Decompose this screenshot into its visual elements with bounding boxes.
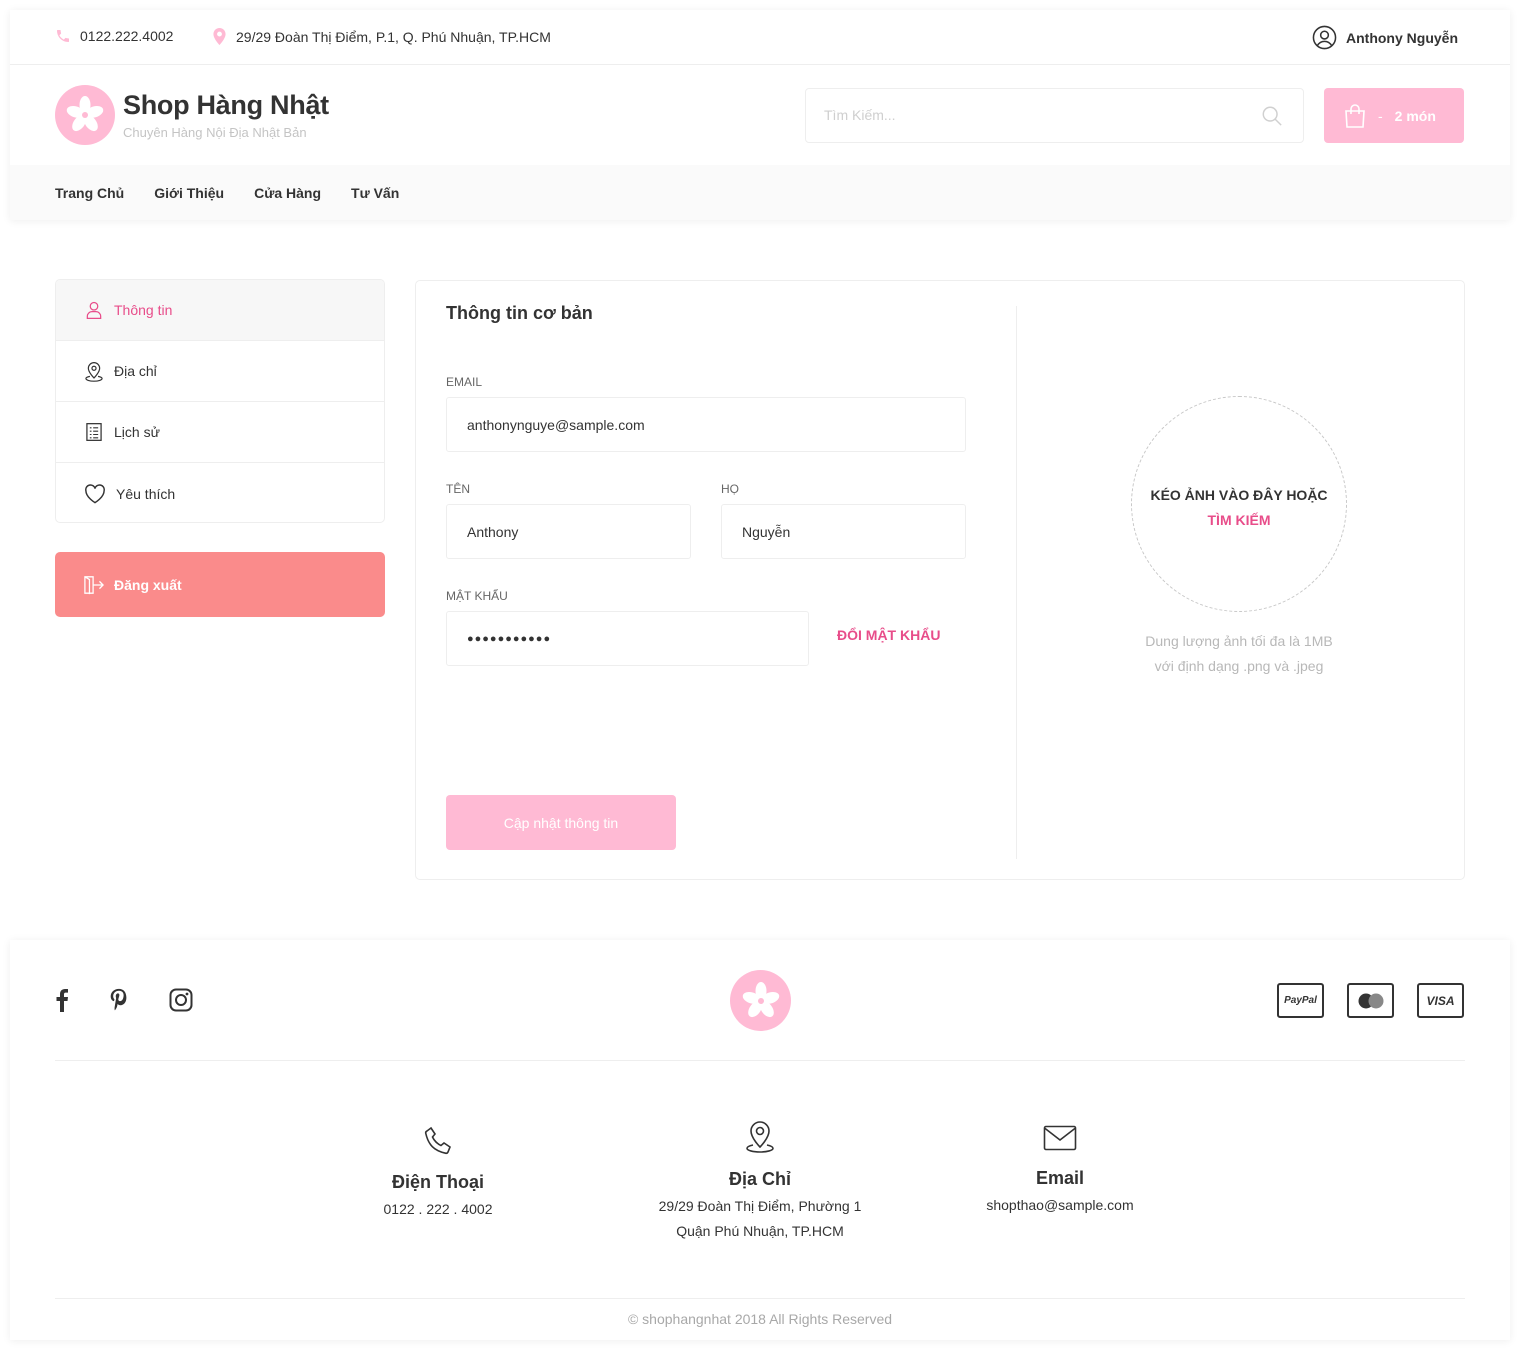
logout-button[interactable]: Đăng xuất <box>55 552 385 617</box>
main-nav: Trang Chủ Giới Thiệu Cửa Hàng Tư Vấn <box>10 165 1510 220</box>
top-address-text: 29/29 Đoàn Thị Điểm, P.1, Q. Phú Nhuận, … <box>236 28 551 45</box>
contact-address-value: 29/29 Đoàn Thị Điểm, Phường 1 Quận Phú N… <box>610 1194 910 1244</box>
top-phone-text: 0122.222.4002 <box>80 28 174 44</box>
logout-label: Đăng xuất <box>114 576 182 593</box>
search-icon[interactable] <box>1261 105 1283 127</box>
nav-store[interactable]: Cửa Hàng <box>254 185 321 201</box>
top-address: 29/29 Đoàn Thị Điểm, P.1, Q. Phú Nhuận, … <box>212 28 551 45</box>
dropzone-text: KÉO ẢNH VÀO ĐÂY HOẶC <box>1150 487 1328 503</box>
last-name-value: Nguyễn <box>742 523 791 540</box>
contact-address-line1: 29/29 Đoàn Thị Điểm, Phường 1 <box>658 1198 862 1214</box>
last-name-label: HỌ <box>721 482 739 496</box>
sidebar-item-info[interactable]: Thông tin <box>56 280 384 341</box>
email-field[interactable]: anthonynguye@sample.com <box>446 397 966 452</box>
social-instagram[interactable] <box>169 988 193 1017</box>
update-info-button[interactable]: Cập nhật thông tin <box>446 795 676 850</box>
user-name: Anthony Nguyễn <box>1346 29 1458 46</box>
nav-about[interactable]: Giới Thiệu <box>154 185 224 201</box>
history-icon <box>86 423 102 441</box>
user-icon <box>86 301 102 319</box>
contact-address-title: Địa Chỉ <box>728 1169 791 1189</box>
site-footer: PayPal VISA Điện Thoại 0122 . 222 . 4002… <box>10 940 1510 1340</box>
mastercard-icon <box>1358 993 1383 1008</box>
sidebar-item-label: Thông tin <box>114 302 173 318</box>
footer-divider-bottom <box>55 1298 1465 1299</box>
first-name-field[interactable]: Anthony <box>446 504 691 559</box>
dropzone-browse-link[interactable]: TÌM KIẾM <box>1132 512 1346 528</box>
site-header: 0122.222.4002 29/29 Đoàn Thị Điểm, P.1, … <box>10 10 1510 220</box>
phone-icon <box>57 30 69 42</box>
user-account-link[interactable]: Anthony Nguyễn <box>1312 25 1458 50</box>
search-input[interactable] <box>824 107 1224 123</box>
facebook-icon <box>56 989 68 1012</box>
password-value: ●●●●●●●●●●● <box>467 632 552 645</box>
panel-divider <box>1016 306 1017 859</box>
contact-phone-value[interactable]: 0122 . 222 . 4002 <box>338 1197 538 1222</box>
last-name-field[interactable]: Nguyễn <box>721 504 966 559</box>
first-name-label: TÊN <box>446 482 470 496</box>
footer-logo[interactable] <box>730 970 791 1031</box>
contact-address-line2: Quận Phú Nhuận, TP.HCM <box>676 1223 844 1239</box>
instagram-icon <box>169 988 193 1012</box>
social-facebook[interactable] <box>55 988 69 1017</box>
change-password-link[interactable]: ĐỔI MẬT KHẨU <box>837 627 940 643</box>
panel-title: Thông tin cơ bản <box>446 303 593 323</box>
sakura-flower-icon <box>742 981 779 1017</box>
email-value: anthonynguye@sample.com <box>467 416 645 433</box>
phone-icon <box>424 1126 451 1155</box>
heart-icon <box>85 483 105 503</box>
nav-home[interactable]: Trang Chủ <box>55 185 124 201</box>
contact-address: Địa Chỉ 29/29 Đoàn Thị Điểm, Phường 1 Qu… <box>610 1120 910 1244</box>
sidebar-item-label: Địa chỉ <box>114 363 157 379</box>
visa-badge: VISA <box>1417 983 1464 1018</box>
main-header: Shop Hàng Nhật Chuyên Hàng Nội Địa Nhật … <box>10 65 1510 165</box>
account-sidebar: Thông tin Địa chỉ Lịch sử Yêu thích <box>55 279 385 523</box>
sidebar-item-history[interactable]: Lịch sử <box>56 402 384 463</box>
social-pinterest[interactable] <box>108 988 130 1017</box>
upload-note: Dung lượng ảnh tối đa là 1MB với định dạ… <box>1096 629 1382 679</box>
location-pin-icon <box>213 28 226 45</box>
cart-count: 2 món <box>1394 107 1436 124</box>
upload-note-line2: với định dạng .png và .jpeg <box>1154 658 1324 674</box>
envelope-icon <box>1043 1125 1077 1151</box>
location-icon <box>746 1121 774 1153</box>
profile-panel: Thông tin cơ bản EMAIL anthonynguye@samp… <box>415 280 1465 880</box>
copyright-text: © shophangnhat 2018 All Rights Reserved <box>627 1311 893 1327</box>
brand-tagline: Chuyên Hàng Nội Địa Nhật Bản <box>123 125 307 140</box>
nav-advice[interactable]: Tư Vấn <box>351 185 399 201</box>
paypal-badge: PayPal <box>1277 983 1324 1018</box>
brand-name[interactable]: Shop Hàng Nhật <box>123 90 329 121</box>
shopping-bag-icon <box>1345 103 1365 128</box>
logo[interactable] <box>55 85 115 145</box>
sidebar-item-favorites[interactable]: Yêu thích <box>56 463 384 522</box>
user-circle-icon <box>1312 25 1337 50</box>
contact-email-title: Email <box>1035 1168 1085 1188</box>
cart-separator: - <box>1378 107 1383 124</box>
location-icon <box>85 361 103 382</box>
sidebar-item-address[interactable]: Địa chỉ <box>56 341 384 402</box>
footer-divider-top <box>55 1060 1465 1061</box>
sidebar-item-label: Yêu thích <box>116 485 176 502</box>
cart-button[interactable]: - 2 món <box>1324 88 1464 143</box>
password-field[interactable]: ●●●●●●●●●●● <box>446 611 809 666</box>
sidebar-item-label: Lịch sử <box>114 424 160 440</box>
top-phone[interactable]: 0122.222.4002 <box>55 28 173 44</box>
mastercard-badge <box>1347 983 1394 1018</box>
email-label: EMAIL <box>446 375 483 389</box>
first-name-value: Anthony <box>467 523 519 540</box>
contact-email: Email shopthao@sample.com <box>960 1123 1160 1218</box>
upload-note-line1: Dung lượng ảnh tối đa là 1MB <box>1145 633 1333 649</box>
contact-phone: Điện Thoại 0122 . 222 . 4002 <box>338 1125 538 1222</box>
logout-icon <box>84 575 104 594</box>
avatar-dropzone[interactable]: KÉO ẢNH VÀO ĐÂY HOẶC TÌM KIẾM <box>1131 396 1347 612</box>
contact-phone-title: Điện Thoại <box>391 1172 484 1192</box>
top-info-bar: 0122.222.4002 29/29 Đoàn Thị Điểm, P.1, … <box>10 10 1510 65</box>
contact-email-value[interactable]: shopthao@sample.com <box>960 1193 1160 1218</box>
sakura-flower-icon <box>66 96 104 132</box>
password-label: MẬT KHẨU <box>446 589 508 603</box>
pinterest-icon <box>110 988 127 1011</box>
search-box <box>805 88 1304 143</box>
